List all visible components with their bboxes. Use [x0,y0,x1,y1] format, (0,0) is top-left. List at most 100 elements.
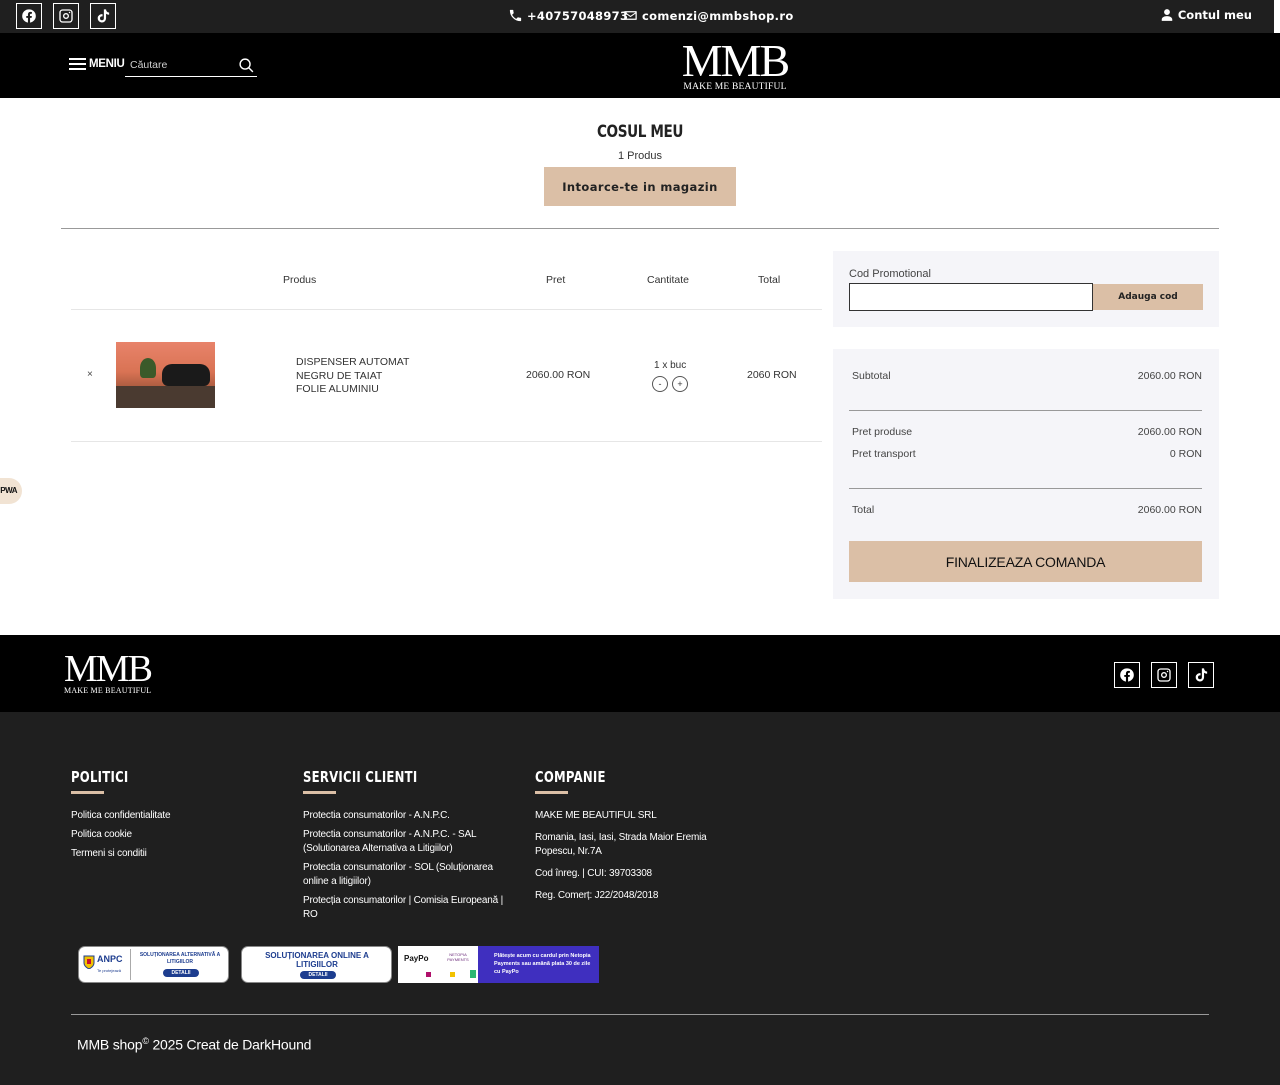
mail-icon [624,11,637,20]
phone-number: +40757048973 [527,8,629,23]
subtotal-value: 2060.00 RON [1137,370,1202,382]
footer-facebook-link[interactable] [1114,662,1140,688]
footer-title-underline [303,791,336,794]
paypo-netopia-badge[interactable]: PayPo NETOPIA PAYMENTS Plătește acum cu … [398,946,599,983]
copyright: MMB shop© 2025 Creat de DarkHound [77,1036,311,1053]
promo-code-panel: Cod Promotional Adauga cod [833,251,1219,327]
apply-promo-button[interactable]: Adauga cod [1093,284,1203,310]
anpc-title: ANPC [97,954,123,964]
account-link[interactable]: Contul meu [1160,8,1252,22]
footer-title-companie: COMPANIE [535,768,606,786]
logo-tagline: MAKE ME BEAUTIFUL [683,82,787,92]
instagram-icon [1157,668,1171,682]
search-icon[interactable] [238,57,255,74]
promo-code-input[interactable] [849,283,1093,311]
pwa-install-button[interactable]: PWA [0,478,22,504]
copyright-text: 2025 Creat de DarkHound [148,1036,312,1053]
remove-item-button[interactable]: × [87,369,93,380]
subtotal-row: Subtotal 2060.00 RON [852,370,1202,382]
paypo-brand: PayPo [404,954,429,963]
paypo-promo: Plătește acum cu cardul prin Netopia Pay… [478,946,599,983]
footer-link-cookie[interactable]: Politica cookie [71,828,132,842]
order-summary-panel: Subtotal 2060.00 RON Pret produse 2060.0… [833,349,1219,599]
email-contact[interactable]: comenzi@mmbshop.ro [623,8,794,23]
footer-link-privacy[interactable]: Politica confidentialitate [71,809,171,823]
sol-detail-button: DETALII [300,971,336,979]
logo-text: MMB [681,35,790,86]
product-name[interactable]: DISPENSER AUTOMAT NEGRU DE TAIAT FOLIE A… [296,356,426,397]
footer-title-politici: POLITICI [71,768,129,786]
footer-link-anpc-sal[interactable]: Protectia consumatorilor - A.N.P.C. - SA… [303,828,518,855]
total-label: Total [852,504,875,516]
footer-link-eu-commission[interactable]: Protecția consumatorilor | Comisia Europ… [303,894,518,921]
footer-logo-tagline: MAKE ME BEAUTIFUL [64,686,152,695]
item-price: 2060.00 RON [526,369,591,381]
decrease-quantity-button[interactable]: - [652,376,668,392]
total-value: 2060.00 RON [1137,504,1202,516]
increase-quantity-button[interactable]: + [672,376,688,392]
footer-link-anpc[interactable]: Protectia consumatorilor - A.N.P.C. [303,809,518,823]
item-total: 2060 RON [747,369,797,381]
anpc-sal-badge[interactable]: ANPC Te protejează SOLUȚIONAREA ALTERNAT… [78,946,229,983]
phone-contact[interactable]: +40757048973 [508,8,628,23]
facebook-icon [1120,668,1134,682]
tiktok-icon [97,9,110,23]
footer-link-sol[interactable]: Protectia consumatorilor - SOL (Soluțion… [303,861,518,888]
shipping-value: 0 RON [1169,448,1202,460]
sol-text: SOLUȚIONAREA ONLINE A LITIGIILOR [265,951,369,969]
column-header-total: Total [758,274,781,286]
column-header-price: Pret [546,274,566,286]
topbar: +40757048973 comenzi@mmbshop.ro Contul m… [0,0,1274,33]
netopia-brand: NETOPIA PAYMENTS [447,952,469,962]
main-header: MENIU MMB MAKE ME BEAUTIFUL [0,33,1280,98]
footer-link-terms[interactable]: Termeni si conditii [71,847,147,861]
company-name: MAKE ME BEAUTIFUL SRL [535,810,657,821]
products-price-label: Pret produse [852,426,913,438]
total-row: Total 2060.00 RON [852,504,1202,516]
paypo-logo: PayPo NETOPIA PAYMENTS [398,946,478,983]
instagram-icon [59,9,73,23]
email-address: comenzi@mmbshop.ro [642,8,794,23]
products-price-value: 2060.00 RON [1137,426,1202,438]
user-icon [1161,9,1173,21]
tiktok-link[interactable] [90,3,116,29]
facebook-link[interactable] [16,3,42,29]
footer-title-underline [535,791,568,794]
shipping-label: Pret transport [852,448,916,460]
facebook-icon [22,9,36,23]
instagram-link[interactable] [53,3,79,29]
footer-title-servicii: SERVICII CLIENTI [303,768,418,786]
menu-button[interactable]: MENIU [69,58,125,70]
page-title: COSUL MEU [596,122,684,142]
sal-text: SOLUȚIONAREA ALTERNATIVĂ A LITIGIILOR [139,952,221,965]
product-name-line: FOLIE ALUMINIU [296,383,379,395]
subtotal-label: Subtotal [852,370,891,382]
footer-tiktok-link[interactable] [1188,662,1214,688]
products-price-row: Pret produse 2060.00 RON [852,426,1202,438]
item-quantity: 1 x buc [654,360,687,371]
menu-label: MENIU [89,58,125,70]
sol-badge[interactable]: SOLUȚIONAREA ONLINE A LITIGIILOR DETALII [241,946,392,983]
back-to-shop-button[interactable]: Intoarce-te in magazin [544,167,736,206]
company-address: Romania, Iasi, Iasi, Strada Maior Eremia… [535,832,707,857]
search-input[interactable] [125,55,225,75]
site-logo[interactable]: MMB MAKE ME BEAUTIFUL [670,35,800,93]
product-name-line: DISPENSER AUTOMAT [296,356,410,368]
sal-detail-button: DETALII [163,969,199,977]
anpc-subtitle: Te protejează [97,968,122,973]
product-thumbnail[interactable] [116,342,215,408]
column-header-product: Produs [283,274,317,286]
copyright-brand: MMB shop [77,1036,143,1053]
cart-item-count: 1 Produs [617,150,663,162]
phone-icon [509,9,522,22]
footer-title-underline [71,791,104,794]
company-cui: Cod înreg. | CUI: 39703308 [535,868,652,879]
footer-instagram-link[interactable] [1151,662,1177,688]
company-reg: Reg. Comerț: J22/2048/2018 [535,890,659,901]
footer-logo-text: MMB [64,648,153,690]
footer-logo[interactable]: MMB MAKE ME BEAUTIFUL [64,648,153,695]
footer-brand-bar: MMB MAKE ME BEAUTIFUL [0,635,1280,712]
shipping-row: Pret transport 0 RON [852,448,1202,460]
checkout-button[interactable]: FINALIZEAZA COMANDA [849,541,1202,582]
column-header-quantity: Cantitate [647,274,690,286]
